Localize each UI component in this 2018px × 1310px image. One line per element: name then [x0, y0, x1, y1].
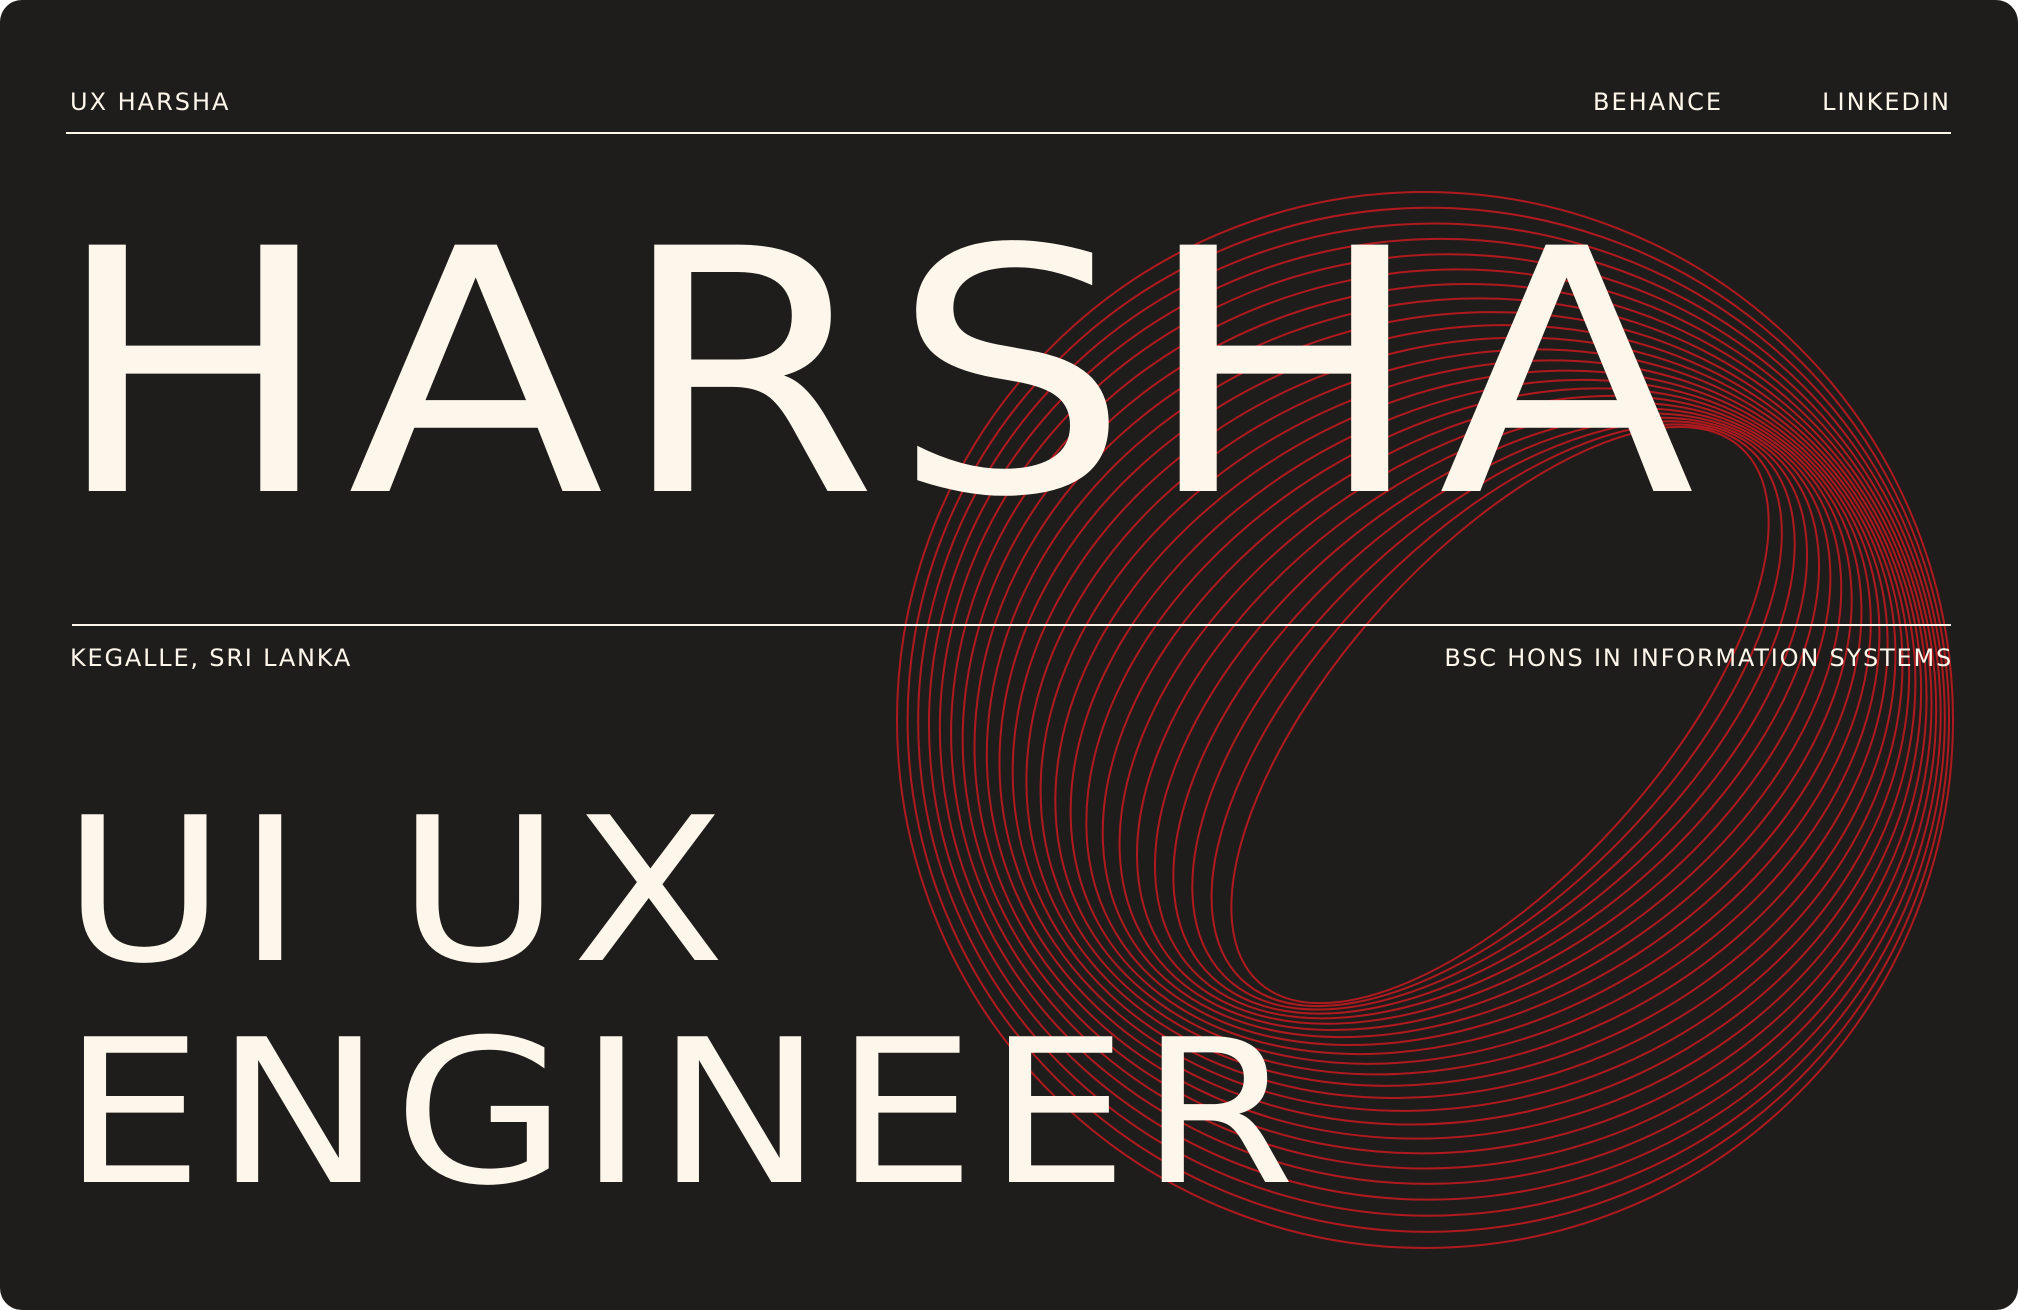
role-heading-line2: ENGINEER — [62, 997, 1307, 1230]
linkedin-link[interactable]: LINKEDIN — [1822, 88, 1951, 116]
role-heading-line1: UI UX — [62, 775, 737, 1008]
hero-section: UX HARSHA BEHANCE LINKEDIN HARSHA KEGALL… — [0, 0, 2018, 1310]
brand-link[interactable]: UX HARSHA — [70, 88, 230, 116]
location-text: KEGALLE, SRI LANKA — [70, 644, 353, 672]
top-navigation: UX HARSHA BEHANCE LINKEDIN — [70, 88, 1951, 128]
behance-link[interactable]: BEHANCE — [1593, 88, 1723, 116]
top-divider — [66, 132, 1951, 134]
hero-name-heading: HARSHA — [52, 177, 1709, 571]
middle-divider — [72, 624, 1951, 626]
degree-text: BSC HONS IN INFORMATION SYSTEMS — [1444, 644, 1953, 672]
